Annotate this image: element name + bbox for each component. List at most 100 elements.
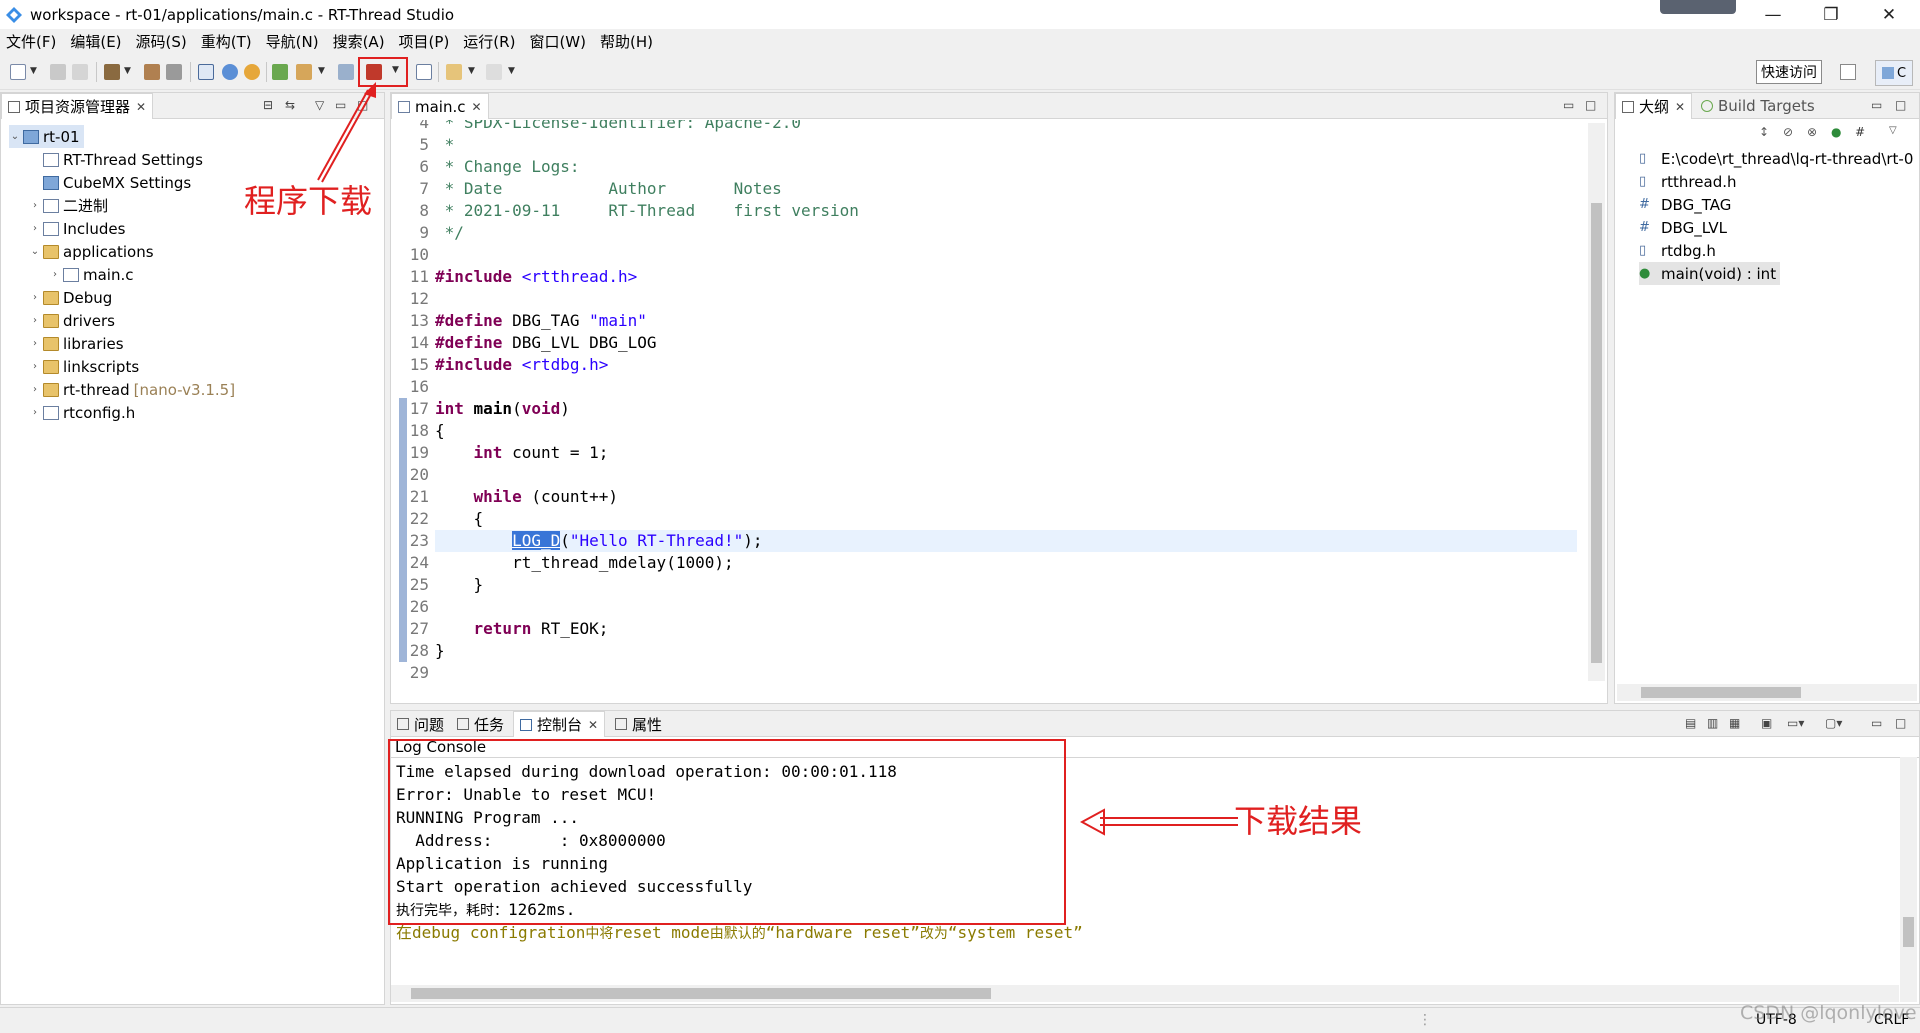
tab-project-explorer[interactable]: 项目资源管理器 ✕	[1, 93, 154, 119]
run-tool-dropdown-icon[interactable]: ▼	[318, 66, 325, 76]
tab-properties[interactable]: 属性	[609, 711, 668, 737]
forward-icon[interactable]	[486, 64, 502, 80]
menu-window[interactable]: 窗口(W)	[529, 31, 586, 52]
menu-project[interactable]: 项目(P)	[399, 31, 450, 52]
tree-item[interactable]: › rtconfig.h	[29, 401, 135, 424]
outline-item[interactable]: ● main(void) : int	[1639, 262, 1781, 285]
expand-toggle-icon[interactable]: ⌄	[9, 131, 21, 142]
expand-toggle-icon[interactable]: ⌄	[29, 246, 41, 257]
expand-toggle-icon[interactable]: ›	[29, 338, 41, 349]
sort-icon[interactable]: ↕	[1759, 125, 1769, 139]
flash-config-icon[interactable]	[338, 64, 354, 80]
minimize-button[interactable]: —	[1744, 0, 1802, 29]
tree-item[interactable]: › drivers	[29, 309, 115, 332]
back-dropdown-icon[interactable]: ▼	[468, 66, 475, 76]
build-icon[interactable]	[104, 64, 120, 80]
menu-help[interactable]: 帮助(H)	[600, 31, 653, 52]
outline-horizontal-scrollbar[interactable]	[1617, 684, 1917, 701]
scroll-thumb[interactable]	[1591, 203, 1602, 663]
scroll-lock-icon[interactable]: ▥	[1707, 716, 1718, 730]
terminal-icon[interactable]	[198, 64, 214, 80]
serial-icon[interactable]	[416, 64, 432, 80]
outline-item[interactable]: ▯ rtthread.h	[1639, 170, 1737, 193]
expand-toggle-icon[interactable]: ›	[29, 407, 41, 418]
menu-search[interactable]: 搜索(A)	[333, 31, 385, 52]
tree-item[interactable]: RT-Thread Settings	[29, 148, 203, 171]
minimize-view-icon[interactable]: ▭	[1871, 716, 1882, 730]
clear-console-icon[interactable]: ▤	[1685, 716, 1696, 730]
tree-item[interactable]: › 二进制	[29, 194, 108, 217]
outline-item[interactable]: ▯ rtdbg.h	[1639, 239, 1716, 262]
hide-static-icon[interactable]: ⊗	[1807, 125, 1817, 139]
scroll-thumb[interactable]	[1641, 687, 1801, 698]
download-dropdown-icon[interactable]: ▼	[392, 65, 399, 75]
tab-outline[interactable]: 大纲 ✕	[1615, 93, 1693, 119]
tree-item[interactable]: › Includes	[29, 217, 125, 240]
maximize-view-icon[interactable]: □	[1585, 98, 1596, 112]
menu-source[interactable]: 源码(S)	[136, 31, 187, 52]
pin-console-icon[interactable]: ▣	[1761, 716, 1772, 730]
run-tool-icon[interactable]	[296, 64, 312, 80]
display-console-icon[interactable]: ▭▾	[1787, 716, 1804, 730]
view-menu-icon[interactable]: ▽	[1889, 125, 1897, 136]
close-icon[interactable]: ✕	[136, 100, 146, 114]
floating-widget[interactable]	[1660, 0, 1736, 14]
outline-item[interactable]: ▯ E:\code\rt_thread\lq-rt-thread\rt-0	[1639, 147, 1913, 170]
save-icon[interactable]	[50, 64, 66, 80]
maximize-view-icon[interactable]: □	[1895, 98, 1906, 112]
menu-navigate[interactable]: 导航(N)	[266, 31, 319, 52]
minimize-view-icon[interactable]: ▭	[1563, 98, 1574, 112]
tab-tasks[interactable]: 任务	[451, 711, 510, 737]
close-icon[interactable]: ✕	[1675, 100, 1685, 114]
tab-main-c[interactable]: main.c ✕	[391, 93, 489, 119]
expand-toggle-icon[interactable]: ›	[29, 200, 41, 211]
code-area[interactable]: 4 * SPDX-License-Identifier: Apache-2.0 5…	[399, 120, 1577, 683]
expand-toggle-icon[interactable]: ›	[29, 292, 41, 303]
hide-nonpublic-icon[interactable]: ●	[1831, 125, 1841, 139]
close-icon[interactable]: ✕	[588, 718, 598, 732]
expand-toggle-icon[interactable]: ›	[29, 361, 41, 372]
outline-item[interactable]: # DBG_LVL	[1639, 216, 1727, 239]
settings-icon[interactable]	[222, 64, 238, 80]
expand-toggle-icon[interactable]: ›	[29, 384, 41, 395]
close-button[interactable]: ✕	[1860, 0, 1918, 29]
hide-macros-icon[interactable]: #	[1855, 125, 1865, 139]
open-console-icon[interactable]: ▢▾	[1825, 716, 1842, 730]
new-dropdown-icon[interactable]: ▼	[30, 66, 37, 76]
tree-item[interactable]: › linkscripts	[29, 355, 139, 378]
back-icon[interactable]	[446, 64, 462, 80]
maximize-view-icon[interactable]: □	[1895, 716, 1906, 730]
scroll-thumb[interactable]	[411, 988, 991, 999]
menu-refactor[interactable]: 重构(T)	[201, 31, 252, 52]
close-icon[interactable]: ✕	[472, 100, 482, 114]
forward-dropdown-icon[interactable]: ▼	[508, 66, 515, 76]
clean-icon[interactable]	[166, 64, 182, 80]
new-icon[interactable]	[10, 64, 26, 80]
minimize-view-icon[interactable]: ▭	[1871, 98, 1882, 112]
debug-icon[interactable]	[244, 64, 260, 80]
save-all-icon[interactable]	[72, 64, 88, 80]
tab-problems[interactable]: 问题	[391, 711, 450, 737]
tree-item[interactable]: › main.c	[49, 263, 134, 286]
build-dropdown-icon[interactable]: ▼	[124, 66, 131, 76]
outline-item[interactable]: # DBG_TAG	[1639, 193, 1731, 216]
menu-edit[interactable]: 编辑(E)	[70, 31, 121, 52]
menu-run[interactable]: 运行(R)	[463, 31, 515, 52]
quick-access-field[interactable]: 快速访问	[1756, 60, 1822, 84]
expand-toggle-icon[interactable]: ›	[29, 223, 41, 234]
menu-file[interactable]: 文件(F)	[6, 31, 56, 52]
link-editor-icon[interactable]: ⇆	[285, 98, 295, 112]
open-perspective-icon[interactable]	[1840, 64, 1856, 80]
console-vertical-scrollbar[interactable]	[1900, 757, 1917, 1002]
tree-item[interactable]: ⌄ rt-01	[9, 125, 84, 148]
scroll-thumb[interactable]	[1903, 917, 1914, 947]
tab-build-targets[interactable]: Build Targets	[1695, 93, 1821, 119]
maximize-button[interactable]: ❐	[1802, 0, 1860, 29]
tab-console[interactable]: 控制台 ✕	[513, 711, 606, 737]
tree-item[interactable]: › rt-thread [nano-v3.1.5]	[29, 378, 235, 401]
tree-item[interactable]: › Debug	[29, 286, 112, 309]
hide-fields-icon[interactable]: ⊘	[1783, 125, 1793, 139]
sdk-manager-icon[interactable]	[272, 64, 288, 80]
editor-vertical-scrollbar[interactable]	[1588, 123, 1605, 681]
tree-item[interactable]: › libraries	[29, 332, 124, 355]
